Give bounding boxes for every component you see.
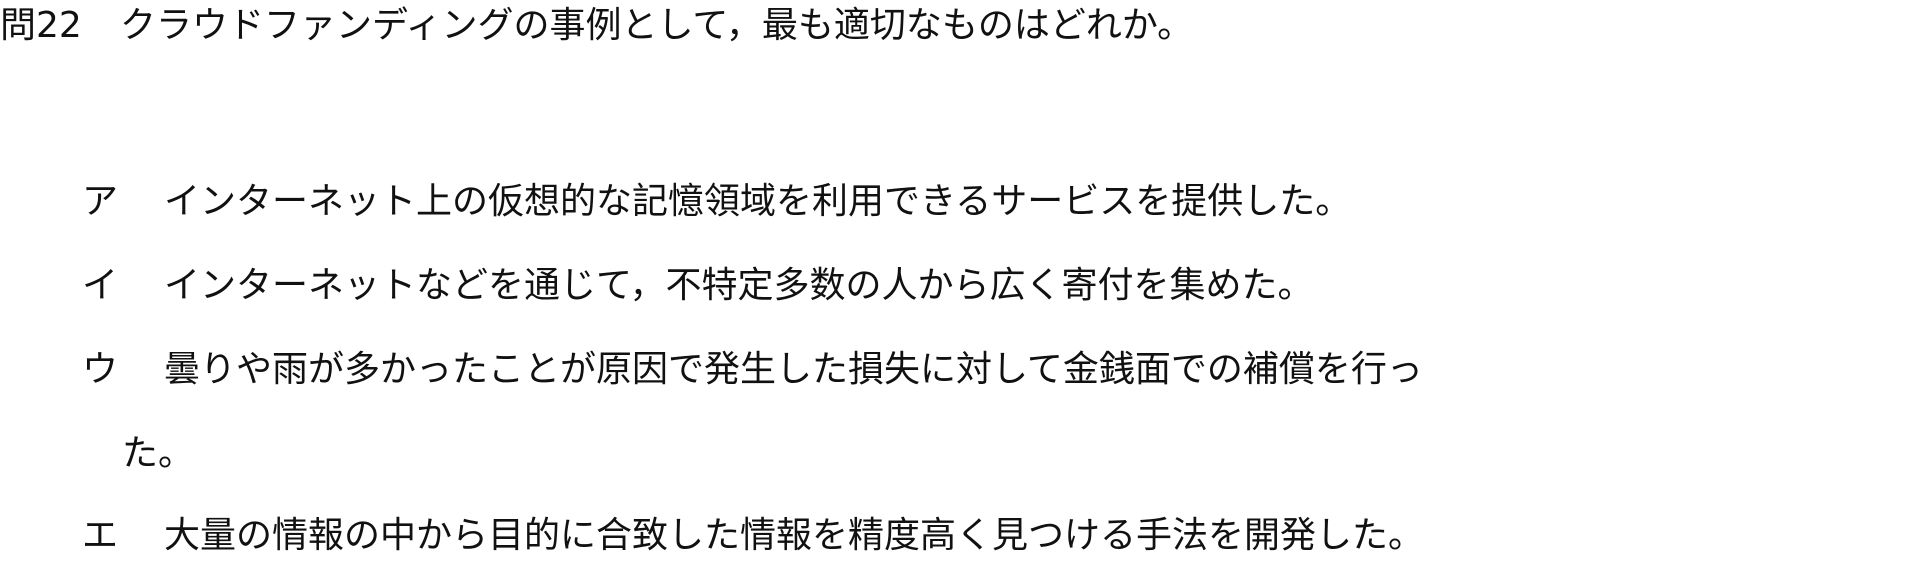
choice-a[interactable]: ア インターネット上の仮想的な記憶領域を利用できるサービスを提供した。 [82,178,1351,226]
choice-u-continuation: た。 [122,433,195,474]
choice-label: イ [82,265,119,306]
exam-page: 問22 クラウドファンディングの事例として，最も適切なものはどれか。 アインターネ… [0,0,1928,579]
choice-text: 曇りや雨が多かったことが原因で発生した損失に対して金銭面での補償を行っ [164,349,1423,390]
choice-text: 大量の情報の中から目的に合致した情報を精度高く見つける手法を開発した。 [164,515,1425,556]
question-number: 問22 [0,5,82,46]
choice-u[interactable]: ウ 曇りや雨が多かったことが原因で発生した損失に対して金銭面での補償を行っ [82,346,1423,394]
question-text: クラウドファンディングの事例として，最も適切なものはどれか。 [120,5,1194,46]
question-stem: 問22 クラウドファンディングの事例として，最も適切なものはどれか。 [0,2,1193,50]
choice-label: ウ [82,349,119,390]
choice-label: ア [82,181,119,222]
choice-e[interactable]: エ 大量の情報の中から目的に合致した情報を精度高く見つける手法を開発した。 [82,512,1424,560]
choice-i[interactable]: イ インターネットなどを通じて，不特定多数の人から広く寄付を集めた。 [82,262,1313,310]
choice-label: エ [82,515,119,556]
choice-text: インターネットなどを通じて，不特定多数の人から広く寄付を集めた。 [164,265,1314,306]
choice-text: インターネット上の仮想的な記憶領域を利用できるサービスを提供した。 [164,181,1352,222]
